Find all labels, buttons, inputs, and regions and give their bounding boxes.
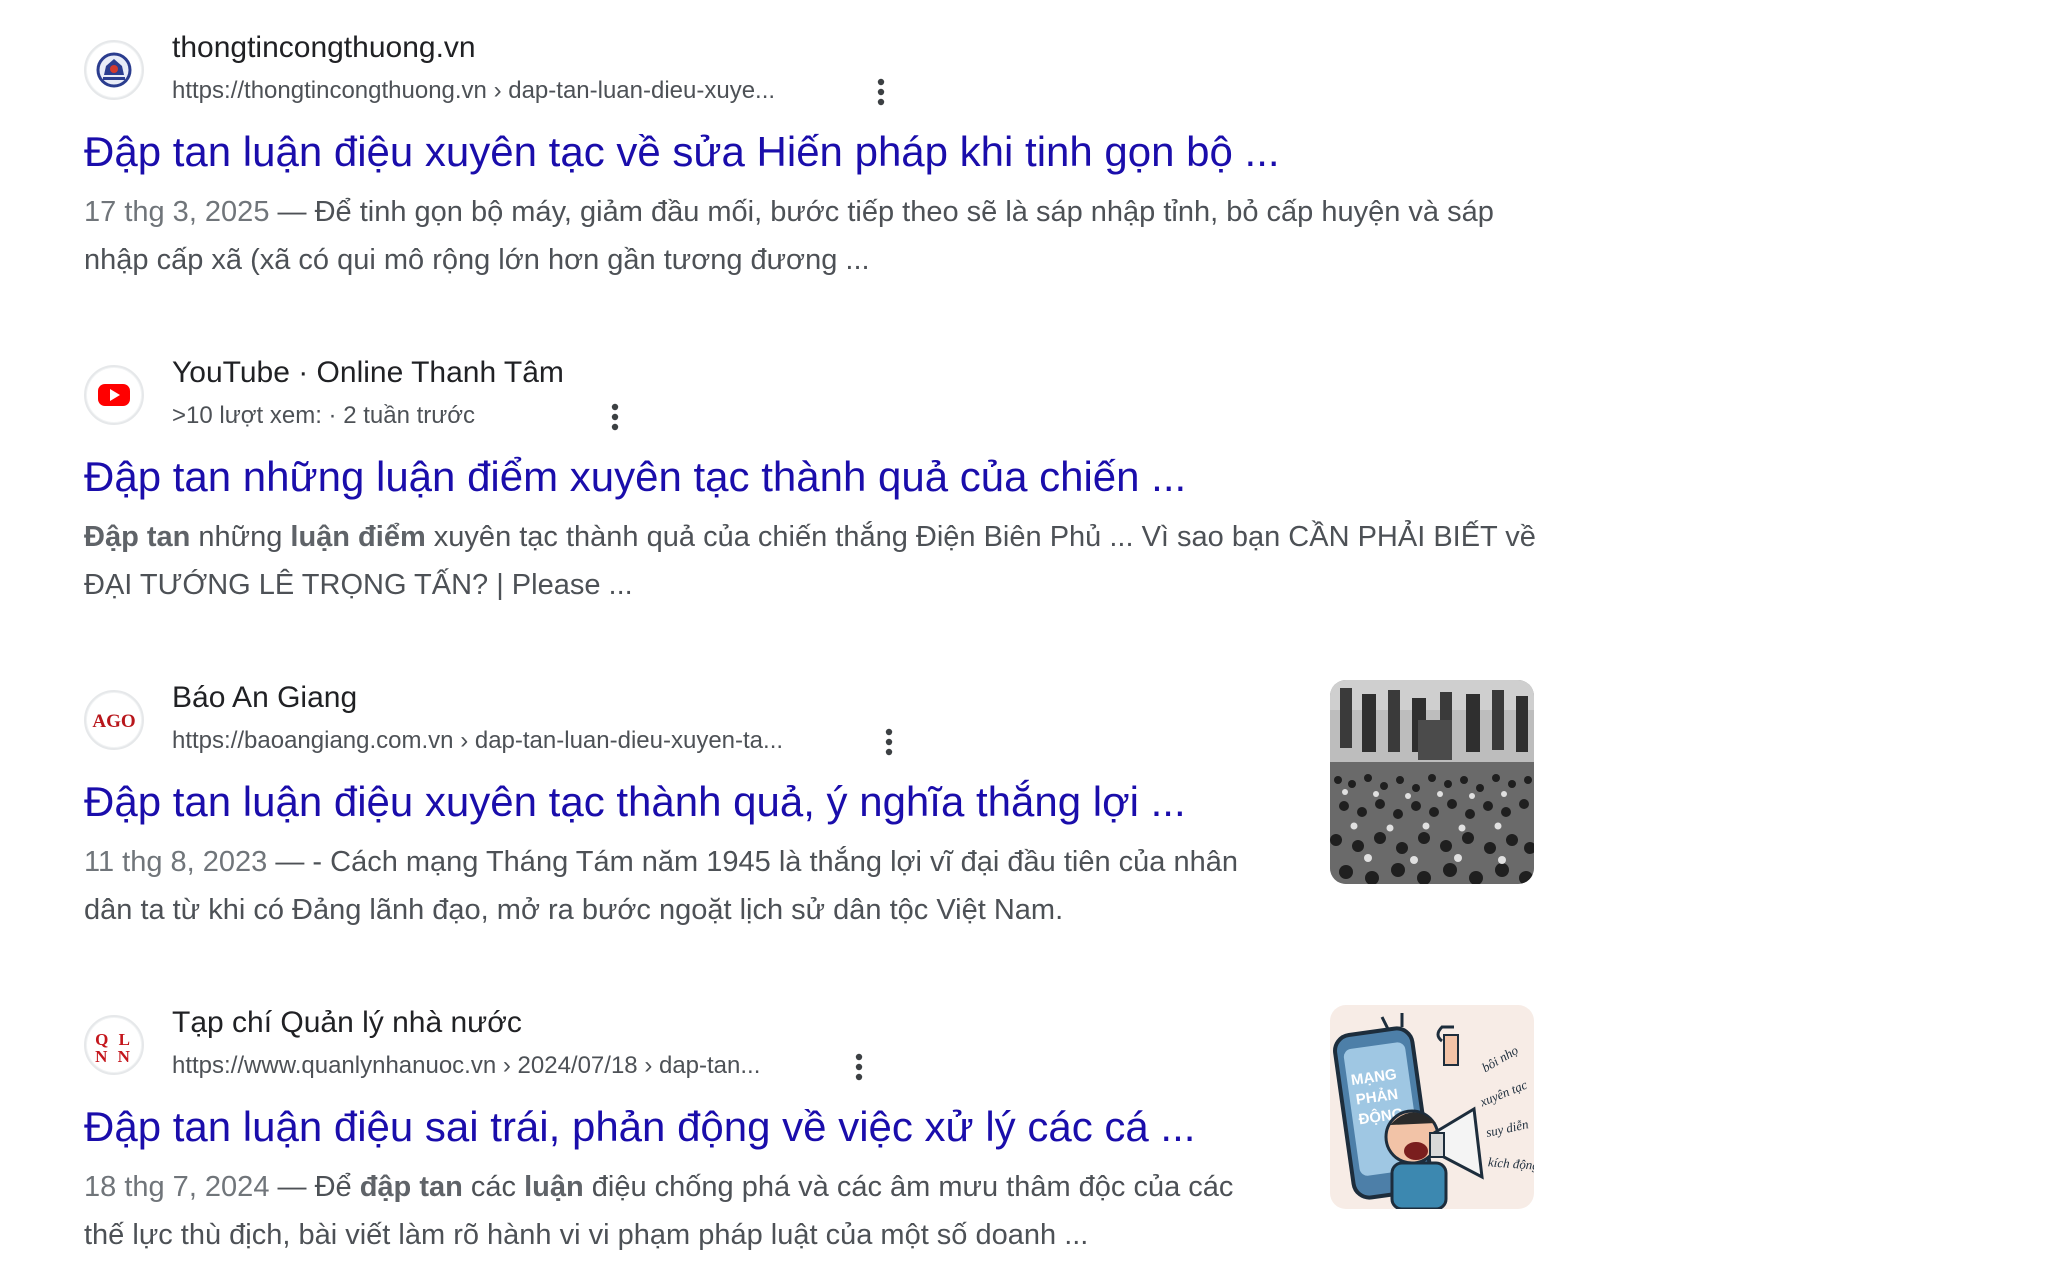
svg-text:N N: N N — [95, 1047, 133, 1066]
result-thumbnail[interactable] — [1330, 680, 1534, 884]
result-snippet: 17 thg 3, 2025 — Để tinh gọn bộ máy, giả… — [84, 188, 1544, 284]
site-name[interactable]: Tạp chí Quản lý nhà nước — [172, 1005, 522, 1041]
more-options-icon[interactable] — [874, 76, 888, 108]
youtube-icon[interactable] — [84, 365, 144, 425]
snippet-highlight: luận — [524, 1171, 584, 1203]
result-snippet: Đập tan những luận điểm xuyên tạc thành … — [84, 513, 1544, 609]
result-date: 18 thg 7, 2024 — [84, 1171, 270, 1203]
date-separator: — — [269, 1171, 315, 1203]
site-emblem-icon[interactable] — [84, 40, 144, 100]
result-thumbnail[interactable]: MẠNG PHẢN ĐỘNG bôi nhọ xuyên tạc suy diễ… — [1330, 1005, 1534, 1209]
date-separator: — — [267, 846, 313, 878]
site-url[interactable]: https://www.quanlynhanuoc.vn › 2024/07/1… — [172, 1049, 760, 1083]
snippet-text: các — [462, 1171, 525, 1203]
result-snippet: 11 thg 8, 2023 — - Cách mạng Tháng Tám n… — [84, 838, 1264, 934]
site-url[interactable]: https://baoangiang.com.vn › dap-tan-luan… — [172, 724, 783, 758]
more-options-icon[interactable] — [852, 1051, 866, 1083]
snippet-text: Để — [314, 1171, 360, 1203]
ago-logo-icon[interactable]: AGO — [84, 690, 144, 750]
snippet-highlight: đập tan — [359, 1171, 463, 1203]
site-name[interactable]: YouTube · Online Thanh Tâm — [172, 355, 564, 391]
result-title-link[interactable]: Đập tan những luận điểm xuyên tạc thành … — [84, 451, 1186, 503]
result-date: 11 thg 8, 2023 — [84, 846, 268, 878]
qlnn-logo-icon[interactable]: Q L N N — [84, 1015, 144, 1075]
snippet-text: những — [190, 521, 291, 553]
more-options-icon[interactable] — [608, 401, 622, 433]
result-date: 17 thg 3, 2025 — [84, 196, 270, 228]
result-snippet: 18 thg 7, 2024 — Để đập tan các luận điệ… — [84, 1163, 1264, 1259]
result-title-link[interactable]: Đập tan luận điệu xuyên tạc về sửa Hiến … — [84, 126, 1280, 178]
date-separator: — — [269, 196, 315, 228]
video-meta: >10 lượt xem: · 2 tuần trước — [172, 402, 476, 429]
site-name[interactable]: thongtincongthuong.vn — [172, 30, 476, 66]
snippet-highlight: Đập tan — [84, 521, 191, 553]
site-name[interactable]: Báo An Giang — [172, 680, 357, 716]
result-title-link[interactable]: Đập tan luận điệu xuyên tạc thành quả, ý… — [84, 776, 1186, 828]
historic-crowd-photo — [1330, 680, 1534, 884]
more-options-icon[interactable] — [882, 726, 896, 758]
result-title-link[interactable]: Đập tan luận điệu sai trái, phản động về… — [84, 1101, 1195, 1153]
snippet-highlight: luận điểm — [290, 521, 426, 553]
ago-logo-text: AGO — [92, 711, 135, 732]
propaganda-cartoon-illustration: MẠNG PHẢN ĐỘNG bôi nhọ xuyên tạc suy diễ… — [1330, 1005, 1534, 1209]
site-url[interactable]: https://thongtincongthuong.vn › dap-tan-… — [172, 74, 775, 108]
search-results: thongtincongthuong.vn https://thongtinco… — [0, 0, 2048, 1268]
